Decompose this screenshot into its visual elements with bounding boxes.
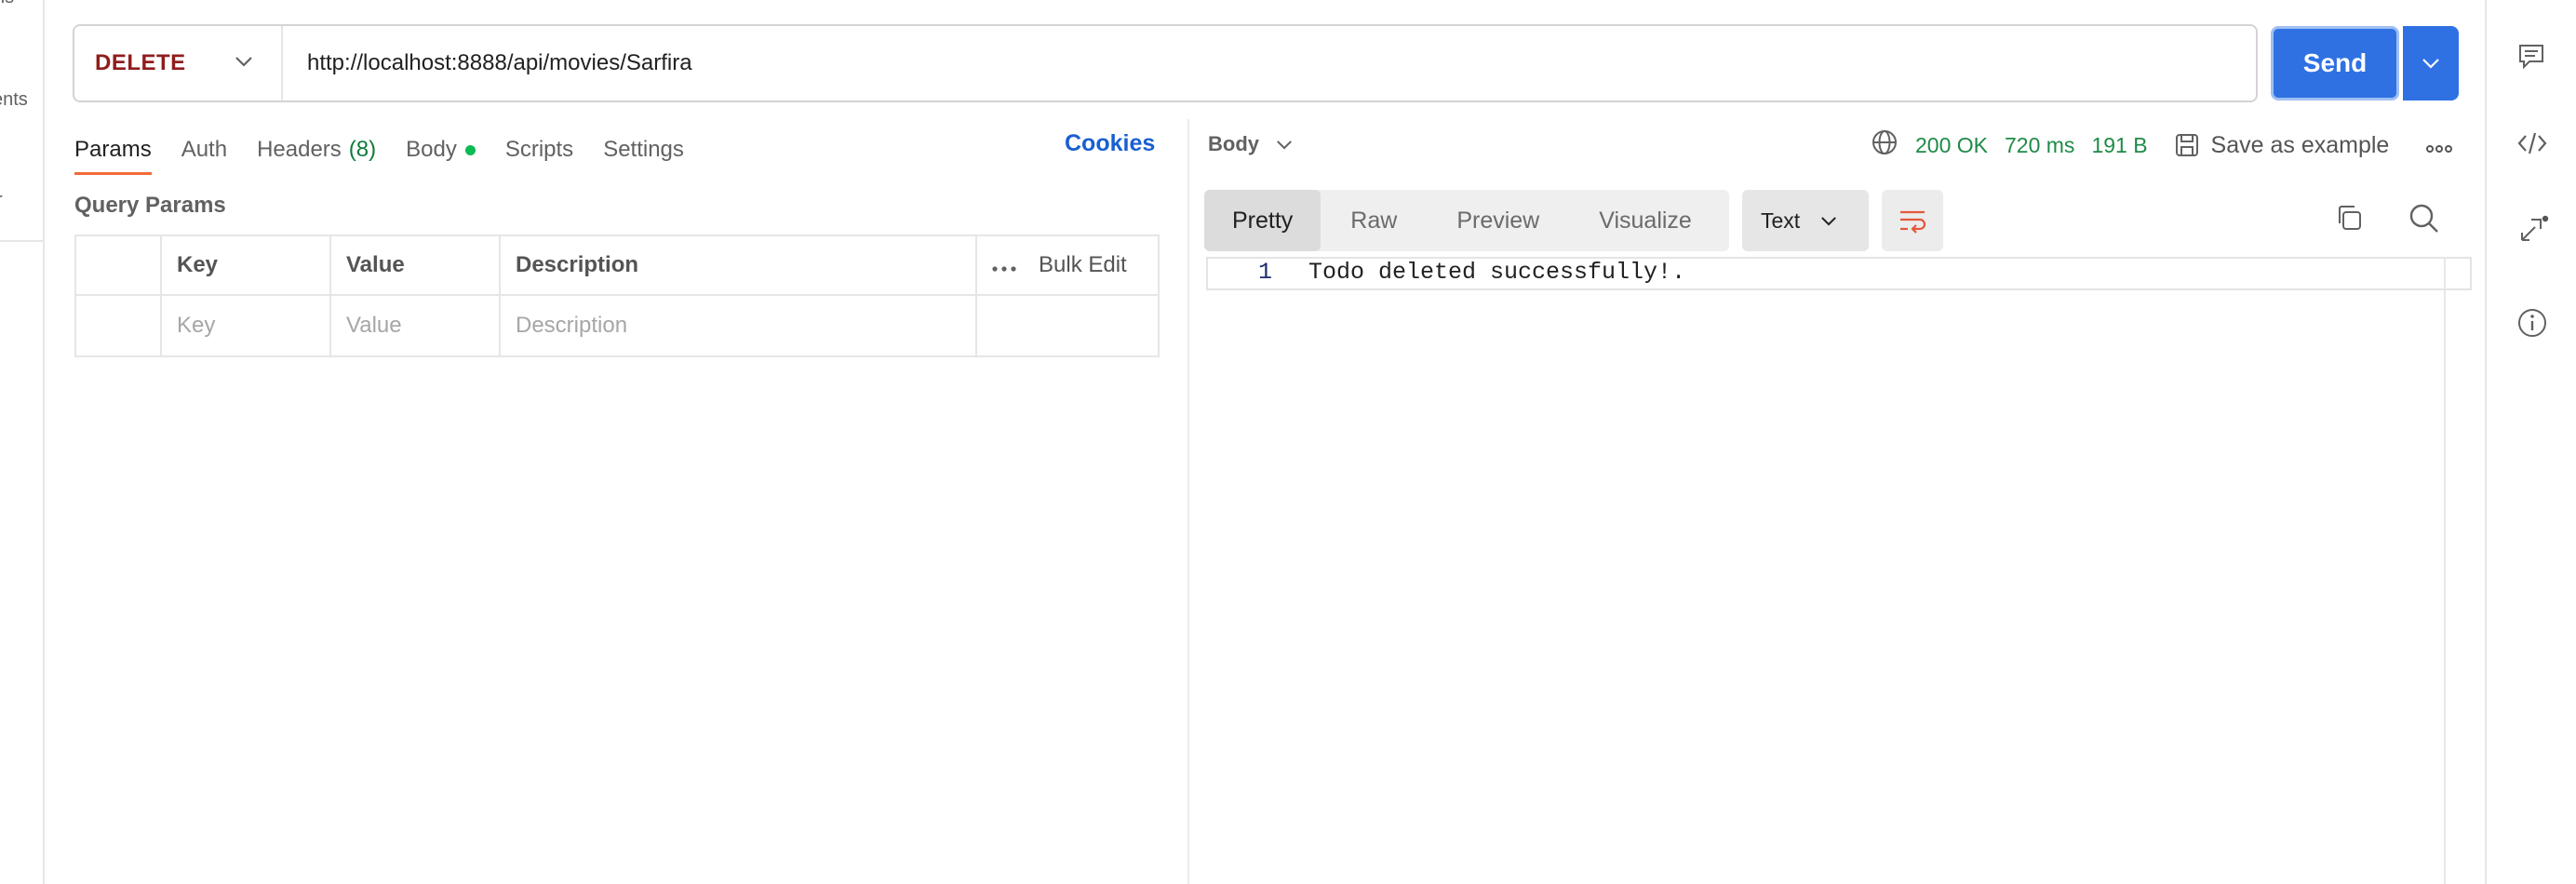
more-options-icon[interactable] <box>992 252 1016 278</box>
request-url-bar: DELETE http://localhost:8888/api/movies/… <box>73 24 2258 102</box>
tab-label: Headers <box>257 137 342 162</box>
value-input[interactable]: Value <box>331 296 501 355</box>
tab-label: Params <box>74 137 152 162</box>
method-label: DELETE <box>95 50 186 75</box>
tab-label: Body <box>406 137 457 162</box>
response-meta: 200 OK 720 ms 191 B Save as example <box>1871 128 2453 162</box>
wrap-lines-button[interactable] <box>1882 190 1943 251</box>
sidebar-item-label[interactable]: ns <box>0 0 14 8</box>
tab-params[interactable]: Params <box>74 125 152 175</box>
method-select[interactable]: DELETE <box>74 26 283 100</box>
sidebar-item-label[interactable]: r <box>0 190 3 211</box>
pane-divider[interactable] <box>1187 119 1189 884</box>
tab-label: Scripts <box>504 137 574 162</box>
response-time[interactable]: 720 ms <box>2005 133 2074 158</box>
tab-visualize[interactable]: Visualize <box>1569 190 1722 251</box>
bulk-edit-area: Bulk Edit <box>977 236 1158 294</box>
response-body-label: Body <box>1208 132 1259 155</box>
column-header: Description <box>501 236 977 294</box>
url-input[interactable]: http://localhost:8888/api/movies/Sarfira <box>283 50 2256 76</box>
info-icon[interactable] <box>2516 307 2548 343</box>
chevron-down-icon <box>235 55 253 72</box>
row-checkbox-cell <box>76 296 162 355</box>
body-indicator-dot <box>464 144 476 155</box>
table-row: Key Value Description <box>76 296 1158 355</box>
response-body-text[interactable]: Todo deleted successfully!. <box>1308 259 1685 286</box>
tab-settings[interactable]: Settings <box>603 125 684 175</box>
tab-label: Settings <box>603 137 684 162</box>
code-icon[interactable] <box>2516 128 2548 163</box>
tab-raw[interactable]: Raw <box>1321 190 1427 251</box>
save-icon <box>2175 134 2198 156</box>
tab-preview[interactable]: Preview <box>1427 190 1569 251</box>
fork-icon[interactable] <box>2516 212 2550 250</box>
headers-count: (8) <box>348 137 377 162</box>
globe-icon[interactable] <box>1871 128 1898 162</box>
sidebar-divider <box>0 240 43 242</box>
more-options-icon[interactable] <box>2426 133 2453 158</box>
table-header-row: Key Value Description Bulk Edit <box>76 236 1158 296</box>
response-size[interactable]: 191 B <box>2091 133 2147 158</box>
right-sidebar <box>2485 0 2576 884</box>
cookies-link[interactable]: Cookies <box>1065 130 1155 157</box>
tab-pretty[interactable]: Pretty <box>1204 190 1322 251</box>
save-as-example-button[interactable]: Save as example <box>2174 131 2390 159</box>
chevron-down-icon <box>1821 216 1837 226</box>
send-button[interactable]: Send <box>2271 26 2399 100</box>
copy-icon[interactable] <box>2334 203 2364 237</box>
query-params-table: Key Value Description Bulk Edit Key Valu… <box>74 234 1160 357</box>
bulk-edit-button[interactable]: Bulk Edit <box>1039 252 1127 278</box>
status-code[interactable]: 200 OK <box>1915 133 1988 158</box>
tab-body[interactable]: Body <box>406 125 476 175</box>
chevron-down-icon <box>2422 59 2439 69</box>
tab-label: Auth <box>181 137 228 162</box>
send-options-button[interactable] <box>2403 26 2459 100</box>
tab-headers[interactable]: Headers (8) <box>257 125 376 175</box>
column-header: Value <box>331 236 501 294</box>
query-params-title: Query Params <box>74 193 226 218</box>
response-body-dropdown[interactable]: Body <box>1208 132 1293 156</box>
comment-icon[interactable] <box>2516 41 2546 75</box>
left-sidebar: ns ents r <box>0 0 45 884</box>
scrollbar[interactable] <box>2444 257 2446 884</box>
save-as-example-label: Save as example <box>2210 131 2390 158</box>
checkbox-column-header <box>76 236 162 294</box>
chevron-down-icon <box>1277 140 1292 150</box>
sidebar-item-label[interactable]: ents <box>0 89 28 111</box>
empty-cell <box>977 296 1158 355</box>
description-input[interactable]: Description <box>501 296 977 355</box>
format-select[interactable]: Text <box>1742 190 1869 251</box>
response-view-tabs: Pretty Raw Preview Visualize <box>1204 190 1729 251</box>
tab-scripts[interactable]: Scripts <box>505 125 573 175</box>
search-icon[interactable] <box>2408 203 2440 239</box>
tab-auth[interactable]: Auth <box>181 125 227 175</box>
column-header: Key <box>162 236 331 294</box>
request-tabs: Params Auth Headers (8) Body Scripts Sett… <box>74 125 684 175</box>
format-label: Text <box>1761 208 1801 233</box>
key-input[interactable]: Key <box>162 296 331 355</box>
line-number: 1 <box>1258 259 1273 286</box>
wrap-icon <box>1900 210 1926 234</box>
